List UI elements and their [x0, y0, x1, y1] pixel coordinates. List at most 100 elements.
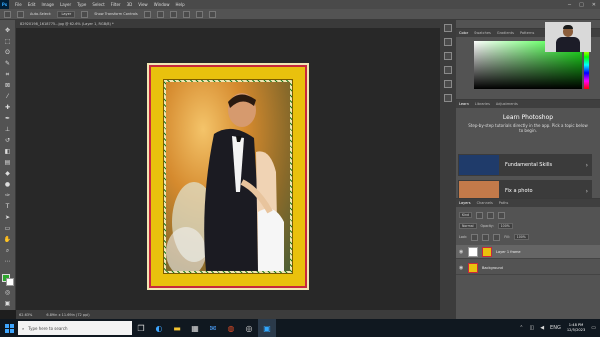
screen-mode-icon[interactable]: ▣	[3, 299, 12, 308]
align-center-icon[interactable]	[156, 10, 164, 18]
network-icon[interactable]: ◫	[529, 325, 534, 331]
chevron-up-icon[interactable]: ⌃	[519, 325, 523, 331]
align-middle-icon[interactable]	[195, 10, 203, 18]
character-panel-icon[interactable]	[444, 66, 452, 74]
tab-adjustments[interactable]: Adjustments	[496, 102, 518, 106]
healing-brush-tool-icon[interactable]: ✚	[3, 103, 12, 112]
layer-name[interactable]: Layer 1 frame	[496, 250, 521, 254]
obs-icon[interactable]: ◎	[240, 319, 258, 337]
taskbar-search[interactable]: ⌕ Type here to search	[18, 321, 132, 335]
dodge-tool-icon[interactable]: ●	[3, 180, 12, 189]
tab-libraries[interactable]: Libraries	[475, 102, 490, 106]
show-transform-checkbox[interactable]	[81, 10, 89, 18]
fill-field[interactable]: 100%	[513, 234, 529, 240]
photoshop-logo[interactable]: Ps	[0, 0, 9, 9]
menu-file[interactable]: File	[15, 2, 22, 7]
layer-row[interactable]: ◉ Layer 1 frame	[456, 245, 600, 259]
menu-view[interactable]: View	[138, 2, 148, 7]
zoom-tool-icon[interactable]: ⌕	[3, 246, 12, 255]
lock-pixels-icon[interactable]	[471, 233, 479, 241]
task-view-icon[interactable]: ❐	[132, 319, 150, 337]
volume-icon[interactable]: ◀	[540, 325, 544, 331]
filter-pixel-icon[interactable]	[476, 211, 484, 219]
eye-icon[interactable]: ◉	[459, 265, 464, 271]
tab-gradients[interactable]: Gradients	[497, 31, 514, 35]
align-right-icon[interactable]	[169, 10, 177, 18]
quick-select-tool-icon[interactable]: ✎	[3, 59, 12, 68]
align-left-icon[interactable]	[143, 10, 151, 18]
background-color-swatch[interactable]	[5, 278, 14, 286]
eraser-tool-icon[interactable]: ◧	[3, 147, 12, 156]
history-panel-icon[interactable]	[444, 24, 452, 32]
menu-help[interactable]: Help	[175, 2, 184, 7]
minimize-icon[interactable]: ─	[568, 2, 571, 8]
layer-name[interactable]: Background	[482, 266, 503, 270]
lasso-tool-icon[interactable]: ʘ	[3, 48, 12, 57]
properties-panel-icon[interactable]	[444, 38, 452, 46]
start-button[interactable]	[0, 319, 18, 337]
tab-swatches[interactable]: Swatches	[474, 31, 491, 35]
quick-mask-icon[interactable]: ◎	[3, 288, 12, 297]
eyedropper-tool-icon[interactable]: ⁄	[3, 92, 12, 101]
tab-channels[interactable]: Channels	[477, 201, 493, 205]
auto-select-checkbox[interactable]	[17, 10, 24, 18]
menu-layer[interactable]: Layer	[60, 2, 71, 7]
menu-filter[interactable]: Filter	[111, 2, 121, 7]
align-top-icon[interactable]	[182, 10, 190, 18]
pen-tool-icon[interactable]: ✑	[3, 191, 12, 200]
tab-paths[interactable]: Paths	[499, 201, 509, 205]
tab-layers[interactable]: Layers	[459, 201, 471, 205]
gradient-tool-icon[interactable]: ▤	[3, 158, 12, 167]
file-explorer-icon[interactable]: ▬	[168, 319, 186, 337]
layer-row[interactable]: ◉ Background	[456, 261, 600, 275]
path-selection-tool-icon[interactable]: ➤	[3, 213, 12, 222]
language-indicator[interactable]: ENG	[550, 325, 561, 331]
zoom-level[interactable]: 62.63%	[19, 313, 32, 317]
eye-icon[interactable]: ◉	[459, 249, 464, 255]
layer-kind-filter[interactable]: Kind	[459, 212, 473, 218]
hand-tool-icon[interactable]: ✋	[3, 235, 12, 244]
type-tool-icon[interactable]: T	[3, 202, 12, 211]
menu-type[interactable]: Type	[77, 2, 86, 7]
frame-tool-icon[interactable]: ⊠	[3, 81, 12, 90]
maximize-icon[interactable]: □	[579, 2, 584, 8]
filter-adjust-icon[interactable]	[487, 211, 495, 219]
filter-type-icon[interactable]	[498, 211, 506, 219]
mail-icon[interactable]: ✉	[204, 319, 222, 337]
photoshop-taskbar-icon[interactable]: ▣	[258, 319, 276, 337]
tutorial-fundamental-skills[interactable]: Fundamental Skills ›	[458, 154, 592, 176]
clone-stamp-tool-icon[interactable]: ⊥	[3, 125, 12, 134]
layer-dropdown[interactable]: Layer	[57, 10, 76, 18]
notifications-icon[interactable]: ▭	[591, 325, 596, 331]
tab-learn[interactable]: Learn	[459, 102, 469, 106]
blur-tool-icon[interactable]: ◆	[3, 169, 12, 178]
menu-image[interactable]: Image	[41, 2, 54, 7]
align-bottom-icon[interactable]	[208, 10, 216, 18]
crop-tool-icon[interactable]: ⌗	[3, 70, 12, 79]
menu-window[interactable]: Window	[154, 2, 170, 7]
lock-position-icon[interactable]	[482, 233, 490, 241]
marquee-tool-icon[interactable]: ⬚	[3, 37, 12, 46]
menu-edit[interactable]: Edit	[28, 2, 36, 7]
color-swatches[interactable]	[1, 274, 14, 286]
blend-mode-dropdown[interactable]: Normal	[459, 223, 477, 229]
document-image[interactable]	[147, 63, 309, 290]
rectangle-tool-icon[interactable]: ▭	[3, 224, 12, 233]
clock[interactable]: 1:48 PM 12/5/2023	[567, 323, 585, 333]
brush-tool-icon[interactable]: ✒	[3, 114, 12, 123]
brush-settings-icon[interactable]	[444, 52, 452, 60]
move-tool-icon[interactable]	[4, 10, 11, 18]
menu-3d[interactable]: 3D	[127, 2, 133, 7]
tab-color[interactable]: Color	[459, 31, 468, 35]
lock-all-icon[interactable]	[493, 233, 501, 241]
more-tools-icon[interactable]: ⋯	[3, 257, 12, 266]
paragraph-panel-icon[interactable]	[444, 80, 452, 88]
opacity-field[interactable]: 100%	[497, 223, 513, 229]
document-tab[interactable]: 82920198_1618775...jpg @ 62.6% (Layer 1,…	[16, 20, 440, 29]
edge-icon[interactable]: ◐	[150, 319, 168, 337]
close-icon[interactable]: ✕	[592, 2, 596, 8]
tab-patterns[interactable]: Patterns	[520, 31, 534, 35]
history-brush-tool-icon[interactable]: ↺	[3, 136, 12, 145]
store-icon[interactable]: ▦	[186, 319, 204, 337]
menu-select[interactable]: Select	[92, 2, 104, 7]
